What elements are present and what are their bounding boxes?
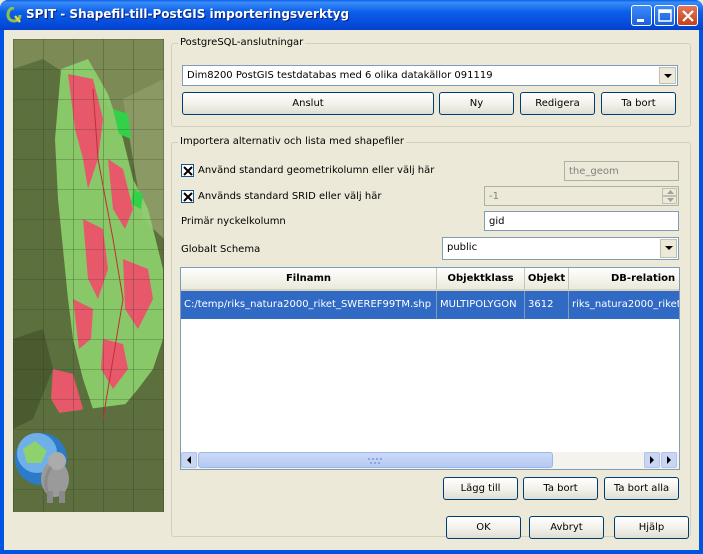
column-header-features[interactable]: Objekt bbox=[525, 268, 569, 291]
chevron-up-icon bbox=[667, 190, 674, 194]
remove-file-button[interactable]: Ta bort bbox=[523, 477, 598, 500]
geom-column-label: Använd standard geometrikolumn eller väl… bbox=[198, 165, 435, 176]
dialog-body: PostgreSQL-anslutningar Dim8200 PostGIS … bbox=[4, 30, 699, 550]
geom-column-value: the_geom bbox=[569, 166, 619, 177]
edit-connection-button[interactable]: Redigera bbox=[520, 92, 595, 115]
chevron-down-icon bbox=[664, 74, 672, 78]
table-header: Filnamn Objektklass Objekt DB-relation bbox=[181, 268, 679, 291]
srid-value: -1 bbox=[489, 191, 499, 202]
minimize-button[interactable] bbox=[631, 5, 652, 26]
window-frame: SPIT - Shapefil-till-PostGIS importering… bbox=[0, 0, 703, 554]
arrow-right-icon bbox=[667, 456, 671, 464]
close-button[interactable] bbox=[677, 5, 698, 26]
ok-button[interactable]: OK bbox=[446, 516, 521, 539]
srid-up-button[interactable] bbox=[662, 188, 677, 196]
arrow-right-icon bbox=[650, 456, 654, 464]
cell-filename: C:/temp/riks_natura2000_riket_SWEREF99TM… bbox=[181, 291, 437, 319]
srid-down-button[interactable] bbox=[662, 196, 677, 204]
checkmark-icon bbox=[183, 192, 193, 202]
horizontal-scrollbar[interactable] bbox=[181, 452, 679, 469]
schema-dropdown-arrow[interactable] bbox=[660, 239, 677, 258]
cell-db-relation: riks_natura2000_riket bbox=[569, 291, 679, 319]
help-button[interactable]: Hjälp bbox=[614, 516, 689, 539]
add-file-button[interactable]: Lägg till bbox=[443, 477, 518, 500]
schema-label: Globalt Schema bbox=[181, 244, 261, 255]
shapefile-table[interactable]: Filnamn Objektklass Objekt DB-relation C… bbox=[180, 267, 680, 470]
column-header-filename[interactable]: Filnamn bbox=[181, 268, 437, 291]
chevron-down-icon bbox=[667, 198, 674, 202]
column-header-feature-class[interactable]: Objektklass bbox=[437, 268, 525, 291]
new-connection-button[interactable]: Ny bbox=[439, 92, 514, 115]
minimize-icon bbox=[637, 19, 644, 22]
connection-select-value: Dim8200 PostGIS testdatabas med 6 olika … bbox=[187, 70, 493, 81]
delete-connection-button[interactable]: Ta bort bbox=[601, 92, 676, 115]
maximize-icon bbox=[658, 9, 672, 22]
window-title: SPIT - Shapefil-till-PostGIS importering… bbox=[26, 7, 350, 21]
title-bar[interactable]: SPIT - Shapefil-till-PostGIS importering… bbox=[0, 0, 703, 30]
connection-select[interactable]: Dim8200 PostGIS testdatabas med 6 olika … bbox=[182, 65, 678, 86]
checkmark-icon bbox=[183, 166, 193, 176]
connect-button[interactable]: Anslut bbox=[182, 92, 434, 115]
geom-column-field[interactable]: the_geom bbox=[564, 161, 679, 181]
geom-column-checkbox[interactable] bbox=[181, 164, 194, 177]
close-icon bbox=[682, 10, 694, 22]
connections-group-title: PostgreSQL-anslutningar bbox=[178, 37, 306, 48]
qgis-icon bbox=[6, 7, 22, 23]
cancel-button[interactable]: Avbryt bbox=[529, 516, 604, 539]
maximize-button[interactable] bbox=[654, 5, 675, 26]
cell-feature-class: MULTIPOLYGON bbox=[437, 291, 525, 319]
chevron-down-icon bbox=[665, 246, 673, 250]
srid-checkbox[interactable] bbox=[181, 190, 194, 203]
scroll-right-button-2[interactable] bbox=[661, 452, 677, 468]
srid-spinbox[interactable]: -1 bbox=[484, 186, 679, 206]
srid-label: Används standard SRID eller välj här bbox=[198, 191, 382, 202]
primary-key-field[interactable]: gid bbox=[484, 211, 679, 231]
map-illustration bbox=[13, 39, 164, 512]
map-graphic bbox=[13, 39, 164, 512]
scroll-left-button[interactable] bbox=[181, 452, 197, 468]
arrow-left-icon bbox=[187, 456, 191, 464]
remove-all-files-button[interactable]: Ta bort alla bbox=[604, 477, 679, 500]
scroll-right-button[interactable] bbox=[644, 452, 660, 468]
grip-icon bbox=[368, 458, 382, 464]
import-group-title: Importera alternativ och lista med shape… bbox=[178, 136, 406, 147]
primary-key-label: Primär nyckelkolumn bbox=[181, 216, 286, 227]
schema-select[interactable]: public bbox=[442, 237, 679, 260]
connection-dropdown-arrow[interactable] bbox=[659, 67, 676, 84]
table-row[interactable]: C:/temp/riks_natura2000_riket_SWEREF99TM… bbox=[181, 291, 679, 319]
cell-features: 3612 bbox=[525, 291, 569, 319]
column-header-db-relation[interactable]: DB-relation bbox=[569, 268, 679, 291]
primary-key-value: gid bbox=[489, 216, 505, 227]
scrollbar-thumb[interactable] bbox=[198, 452, 553, 468]
schema-select-value: public bbox=[447, 242, 478, 253]
